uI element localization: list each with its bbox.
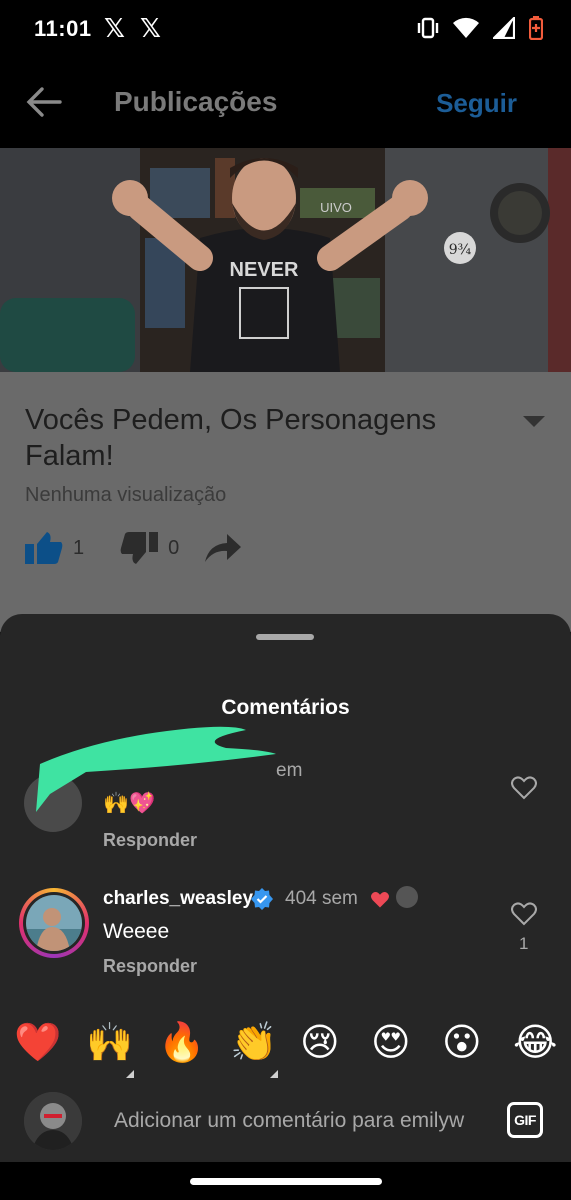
verified-badge-icon xyxy=(251,888,273,910)
emoji-surprised-button[interactable]: 😮 xyxy=(442,1022,482,1062)
status-bar: 11:01 𝕏 𝕏 xyxy=(0,0,571,60)
video-thumbnail[interactable]: 9¾ UIVO NEVER xyxy=(0,148,571,372)
redaction-scribble xyxy=(36,726,276,812)
wifi-icon xyxy=(453,17,479,38)
comment-text: Weeee xyxy=(103,920,170,943)
comment-time: 404 sem xyxy=(285,888,358,909)
gif-button[interactable]: GIF xyxy=(507,1102,543,1138)
platform-sign-text: 9¾ xyxy=(449,242,472,258)
shelf-book-text: UIVO xyxy=(320,200,352,215)
emoji-heart-eyes-button[interactable]: 😍 xyxy=(371,1022,411,1062)
vibrate-icon xyxy=(417,17,439,39)
liked-by-author-heart-icon xyxy=(371,892,389,908)
share-arrow-icon[interactable] xyxy=(205,534,242,562)
reply-button[interactable]: Responder xyxy=(103,830,197,851)
thumbs-down-icon[interactable] xyxy=(120,532,159,564)
video-title: Vocês Pedem, Os Personagens Falam! xyxy=(25,404,437,472)
home-gesture-handle[interactable] xyxy=(190,1178,382,1185)
status-time: 11:01 xyxy=(34,16,92,41)
comment-like-count: 1 xyxy=(519,934,529,953)
comment-item: charles_weasley 404 sem Weeee Responder … xyxy=(0,880,571,990)
video-frame-image: 9¾ UIVO NEVER xyxy=(0,148,571,372)
avatar xyxy=(26,895,82,951)
like-count: 1 xyxy=(73,536,85,559)
emoji-laughing-button[interactable]: 😂 xyxy=(513,1022,557,1062)
view-count: Nenhuma visualização xyxy=(25,484,227,506)
comment-input[interactable]: Adicionar um comentário para emilyw xyxy=(114,1109,486,1133)
x-app-icon: 𝕏 xyxy=(140,14,161,44)
top-app-bar: Publicações Seguir xyxy=(0,60,571,148)
heart-icon[interactable] xyxy=(511,776,537,800)
follow-button[interactable]: Seguir xyxy=(436,88,517,119)
post-details: Vocês Pedem, Os Personagens Falam! Nenhu… xyxy=(0,372,571,632)
emoji-heart-button[interactable]: ❤️ xyxy=(14,1022,61,1062)
comment-item: em 🙌💖 Responder xyxy=(0,726,571,864)
comment-composer: Adicionar um comentário para emilyw GIF xyxy=(0,1078,571,1162)
system-nav-bar xyxy=(0,1162,571,1200)
comment-text: 🙌💖 xyxy=(103,792,156,815)
emoji-reaction-bar: ❤️ 🙌 🔥 👏 😢 😍 😮 😂 xyxy=(0,1008,571,1078)
heart-icon[interactable] xyxy=(511,902,537,926)
skin-tone-indicator xyxy=(270,1062,278,1078)
skin-tone-indicator xyxy=(126,1062,134,1078)
reply-button[interactable]: Responder xyxy=(103,956,197,977)
signal-icon xyxy=(493,17,515,39)
page-title: Publicações xyxy=(114,86,278,117)
chevron-down-icon[interactable] xyxy=(523,416,545,427)
emoji-clapping-button[interactable]: 👏 xyxy=(230,1022,277,1062)
emoji-crying-button[interactable]: 😢 xyxy=(300,1022,340,1062)
sheet-drag-handle[interactable] xyxy=(256,634,314,640)
thumbs-up-icon[interactable] xyxy=(25,532,63,564)
comment-username[interactable]: charles_weasley xyxy=(103,888,253,910)
x-app-icon: 𝕏 xyxy=(104,14,125,44)
dislike-count: 0 xyxy=(168,536,180,559)
emoji-fire-button[interactable]: 🔥 xyxy=(158,1022,205,1062)
emoji-raised-hands-button[interactable]: 🙌 xyxy=(86,1022,133,1062)
story-ring[interactable] xyxy=(19,888,89,958)
comments-title: Comentários xyxy=(221,696,350,719)
author-avatar-mini xyxy=(396,886,418,908)
shirt-text: NEVER xyxy=(230,259,299,281)
battery-low-icon xyxy=(529,16,543,40)
avatar xyxy=(24,1092,82,1150)
back-arrow-icon[interactable] xyxy=(24,82,64,122)
